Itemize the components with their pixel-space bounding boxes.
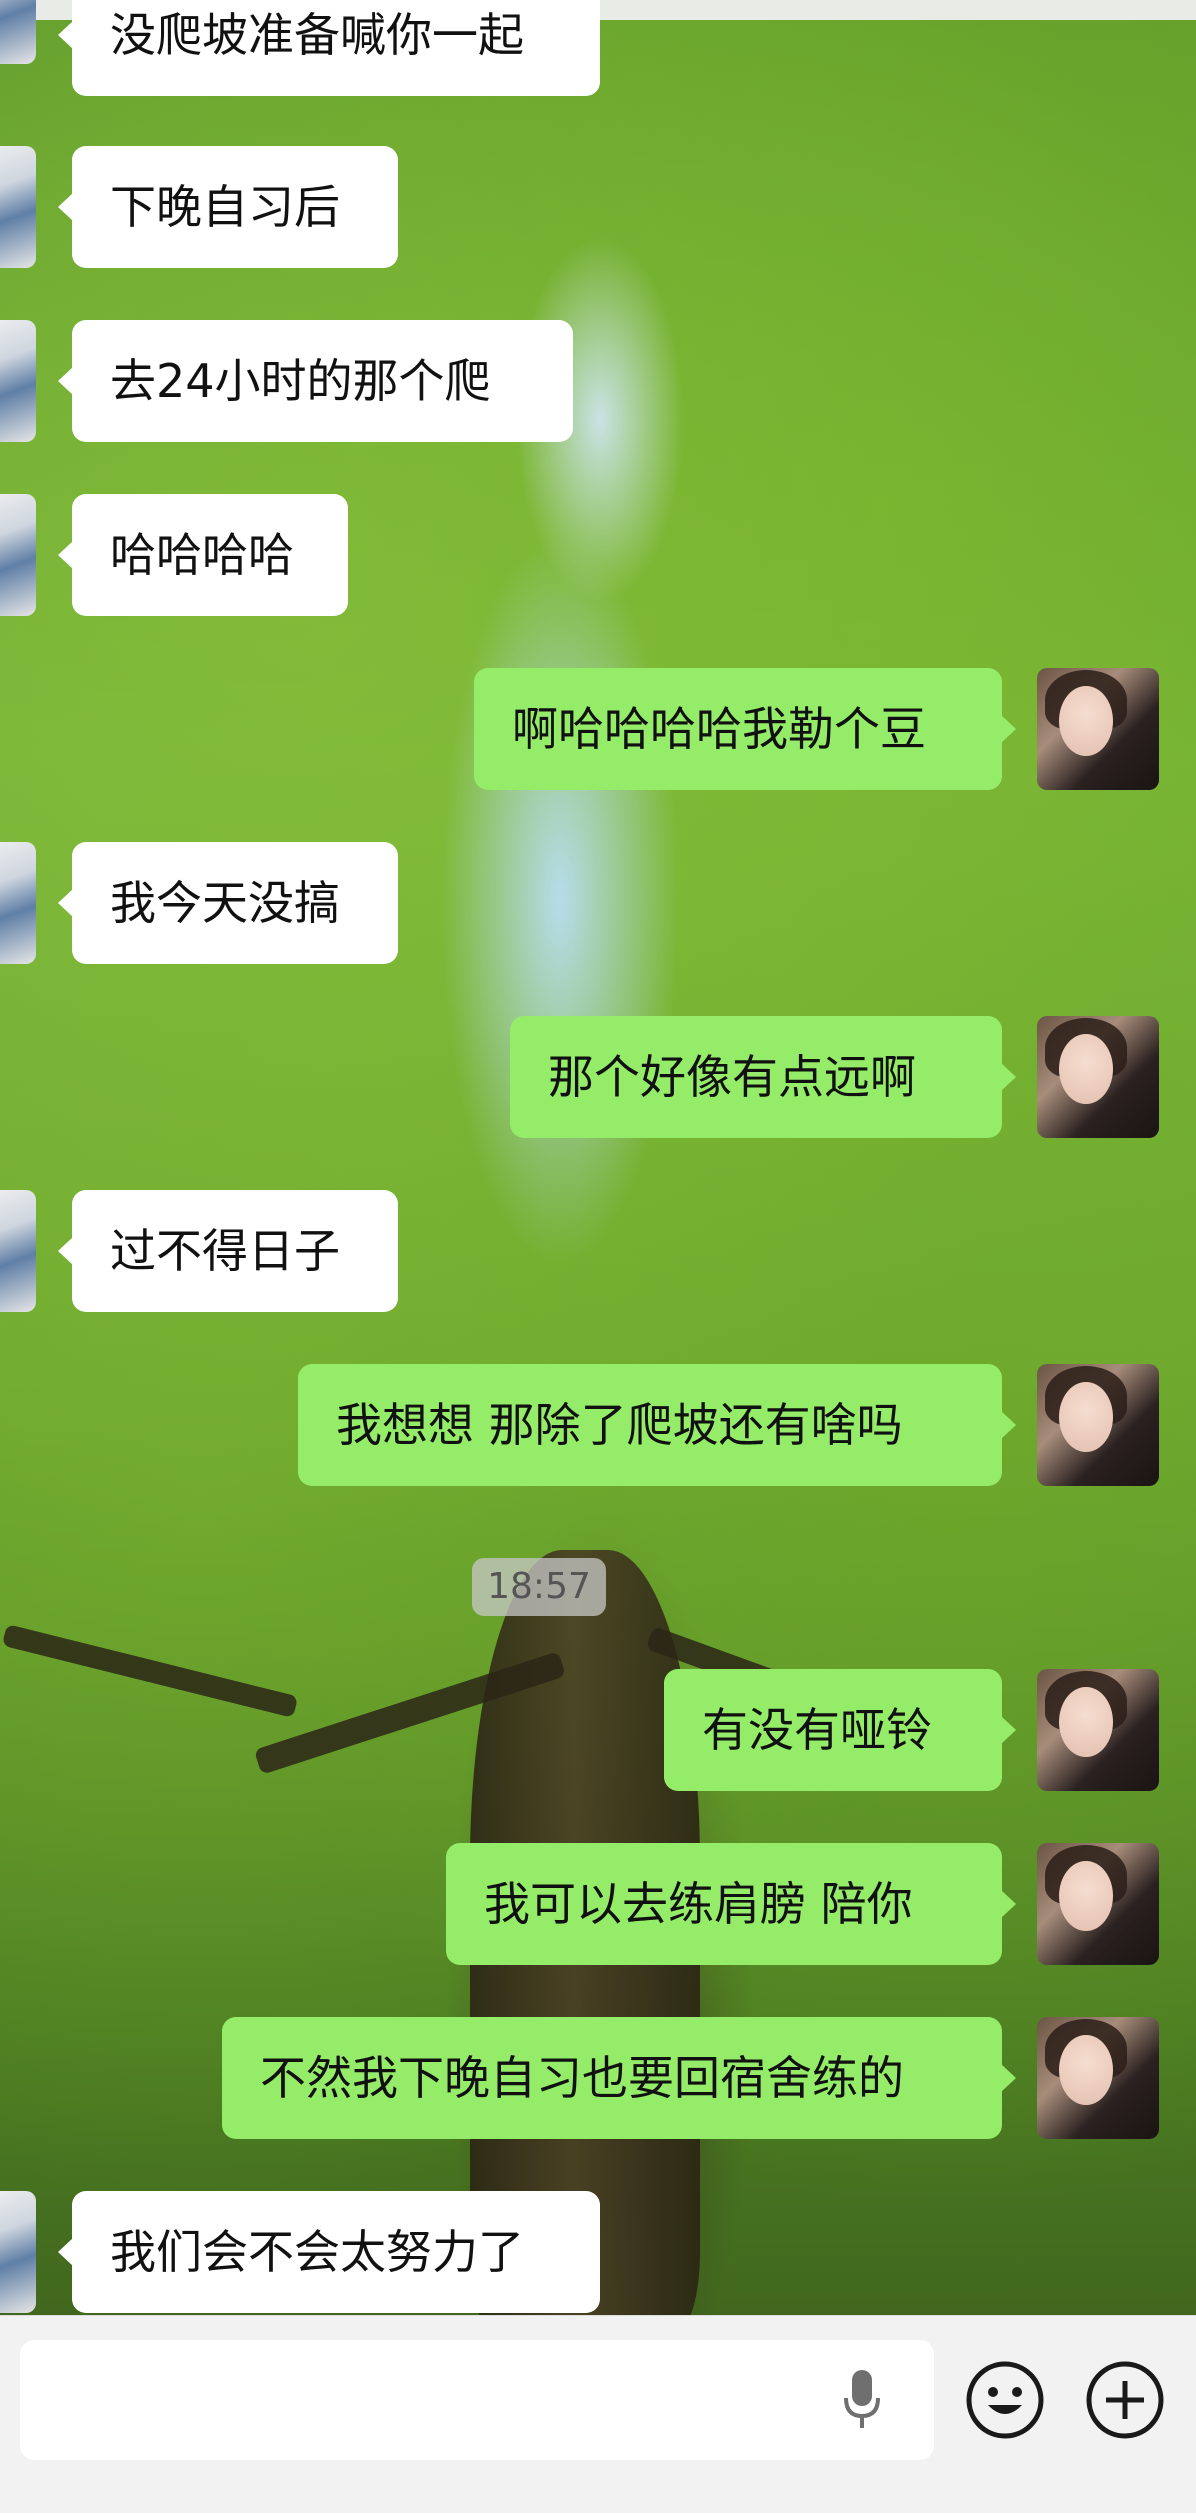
message-bubble-received[interactable]: 过不得日子 [58, 1190, 398, 1312]
contact-avatar[interactable] [0, 0, 36, 64]
contact-avatar[interactable] [0, 146, 36, 268]
voice-input-icon[interactable] [842, 2368, 882, 2432]
contact-avatar[interactable] [0, 494, 36, 616]
message-input[interactable] [20, 2340, 934, 2460]
contact-avatar[interactable] [0, 320, 36, 442]
message-bubble-sent[interactable]: 不然我下晚自习也要回宿舍练的 [222, 2017, 1016, 2139]
message-bubble-received[interactable]: 我们会不会太努力了 [58, 2191, 600, 2313]
contact-avatar[interactable] [0, 842, 36, 964]
my-avatar[interactable] [1037, 1016, 1159, 1138]
message-bubble-received[interactable]: 没爬坡准备喊你一起 [58, 0, 600, 96]
my-avatar[interactable] [1037, 1669, 1159, 1791]
time-divider: 18:57 [472, 1558, 606, 1616]
message-bubble-received[interactable]: 去24小时的那个爬 [58, 320, 573, 442]
my-avatar[interactable] [1037, 2017, 1159, 2139]
message-bubble-received[interactable]: 哈哈哈哈 [58, 494, 348, 616]
message-bubble-sent[interactable]: 那个好像有点远啊 [510, 1016, 1016, 1138]
my-avatar[interactable] [1037, 668, 1159, 790]
emoji-icon[interactable] [964, 2359, 1046, 2441]
more-plus-icon[interactable] [1084, 2359, 1166, 2441]
message-bubble-received[interactable]: 我今天没搞 [58, 842, 398, 964]
chat-input-bar [0, 2315, 1196, 2513]
message-bubble-sent[interactable]: 我想想 那除了爬坡还有啥吗 [298, 1364, 1016, 1486]
my-avatar[interactable] [1037, 1364, 1159, 1486]
contact-avatar[interactable] [0, 1190, 36, 1312]
message-bubble-sent[interactable]: 有没有哑铃 [664, 1669, 1016, 1791]
message-bubble-sent[interactable]: 啊哈哈哈哈我勒个豆 [474, 668, 1016, 790]
message-bubble-sent[interactable]: 我可以去练肩膀 陪你 [446, 1843, 1016, 1965]
message-bubble-received[interactable]: 下晚自习后 [58, 146, 398, 268]
contact-avatar[interactable] [0, 2191, 36, 2313]
my-avatar[interactable] [1037, 1843, 1159, 1965]
